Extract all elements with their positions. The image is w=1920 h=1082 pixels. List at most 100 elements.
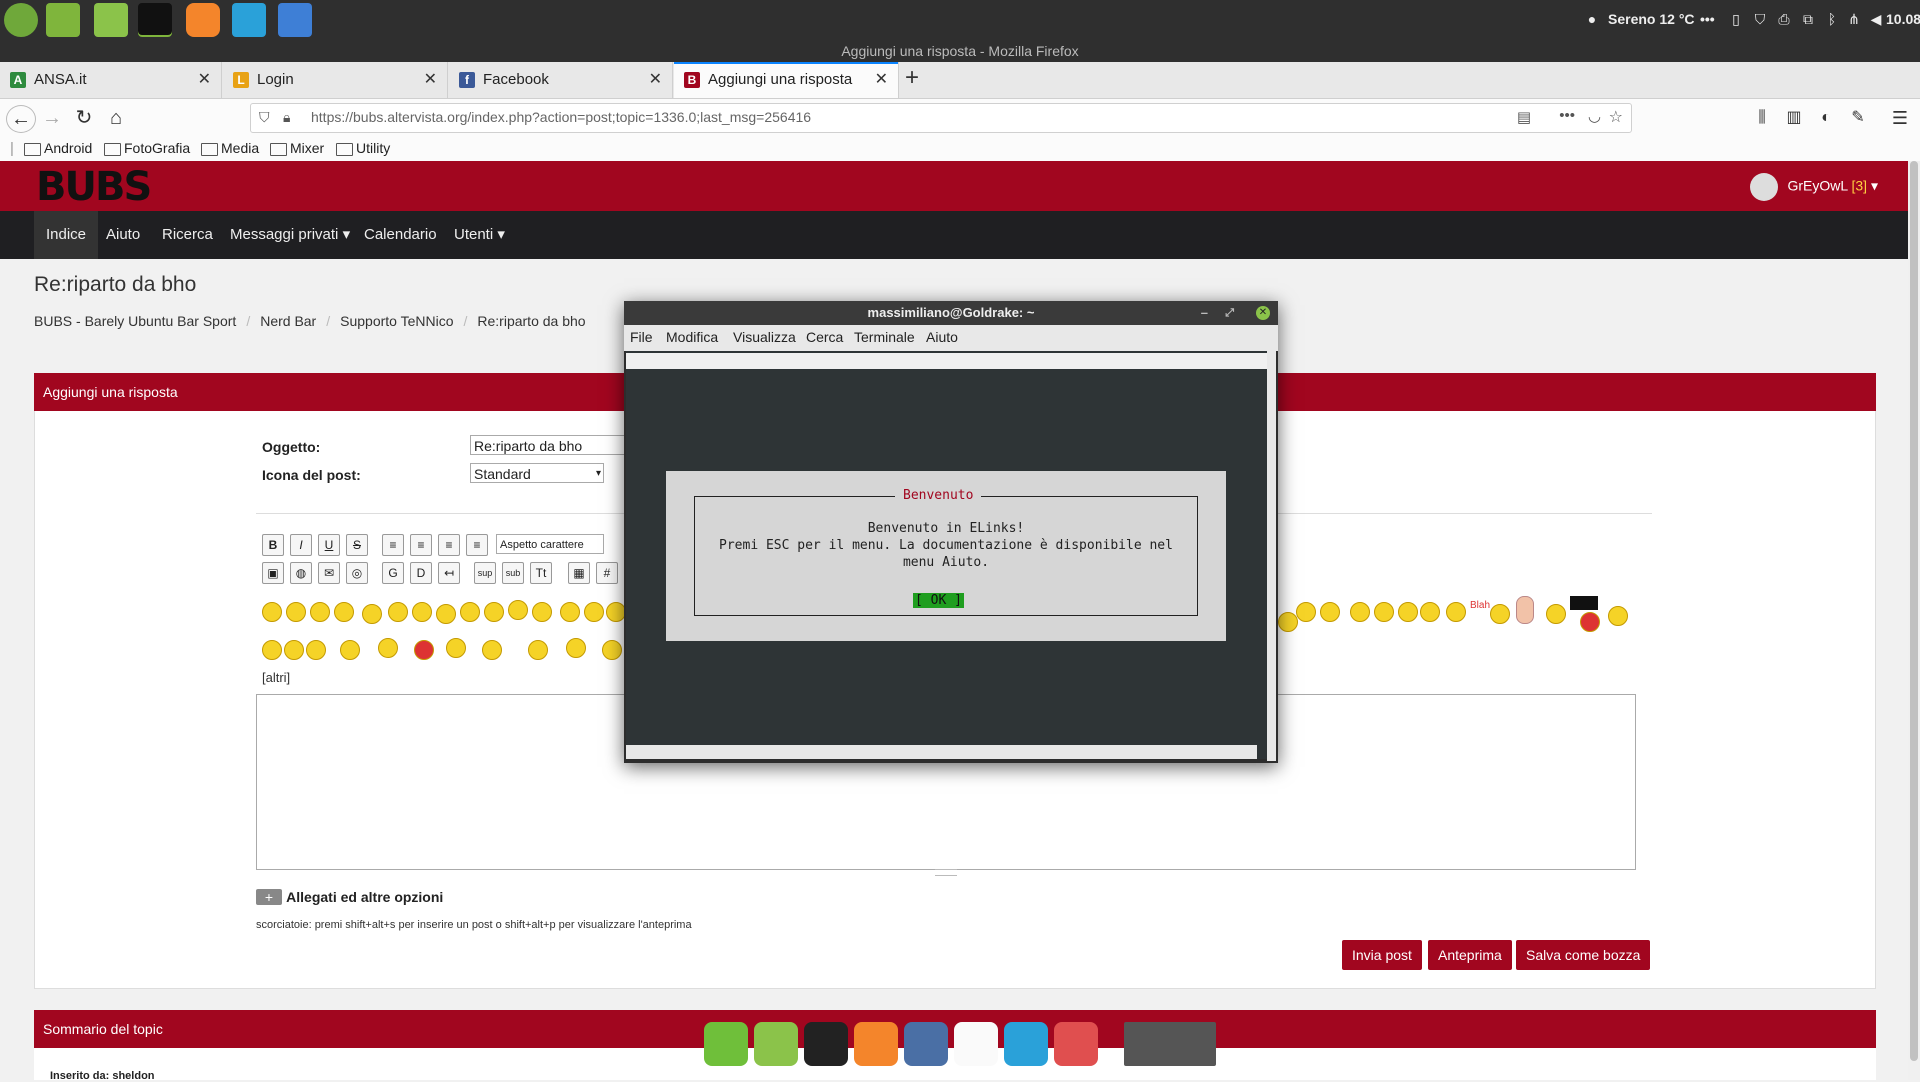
scrollbar-thumb[interactable] (1910, 161, 1918, 1061)
more-smileys-link[interactable]: [altri] (262, 670, 290, 685)
lock-icon[interactable]: 🔒︎ (283, 109, 290, 126)
blah-smiley[interactable]: Blah (1470, 600, 1490, 611)
smiley-icon[interactable] (340, 640, 360, 660)
page-actions-icon[interactable]: ••• (1559, 107, 1575, 124)
align-center-button[interactable]: ≡ (438, 534, 460, 556)
bookmark-folder-mixer[interactable]: Mixer (270, 140, 324, 156)
smiley-icon[interactable] (284, 640, 304, 660)
glow-button[interactable]: G (382, 562, 404, 584)
breadcrumb-item[interactable]: BUBS - Barely Ubuntu Bar Sport (34, 313, 236, 329)
folder-app-icon[interactable] (754, 1022, 798, 1066)
popcorn-smiley-icon[interactable] (566, 638, 586, 658)
smiley-icon[interactable] (1608, 606, 1628, 626)
smiley-icon[interactable] (412, 602, 432, 622)
smiley-icon[interactable] (436, 604, 456, 624)
mint-menu-icon[interactable] (4, 3, 38, 37)
smiley-icon[interactable] (1420, 602, 1440, 622)
reader-view-icon[interactable]: ▤ (1517, 108, 1531, 126)
attachments-toggle[interactable]: + Allegati ed altre opzioni (256, 888, 443, 906)
terminal-menu-file[interactable]: File (630, 329, 653, 345)
smiley-icon[interactable] (1398, 602, 1418, 622)
close-icon[interactable]: ✕ (1256, 306, 1270, 320)
terminal-window[interactable]: massimiliano@Goldrake: ~ – ⤢ ✕ File Modi… (624, 301, 1278, 763)
firefox-app-icon[interactable] (854, 1022, 898, 1066)
smiley-icon[interactable] (310, 602, 330, 622)
smiley-icon[interactable] (1296, 602, 1316, 622)
smiley-icon[interactable] (532, 602, 552, 622)
terminal-app-icon[interactable] (804, 1022, 848, 1066)
image-button[interactable]: ▣ (262, 562, 284, 584)
tab-ansa[interactable]: A ANSA.it ✕ (0, 62, 222, 98)
url-button[interactable]: ◍ (290, 562, 312, 584)
hamburger-menu-icon[interactable]: ☰ (1886, 105, 1914, 131)
preview-button[interactable]: Anteprima (1428, 940, 1512, 970)
tab-login[interactable]: L Login ✕ (223, 62, 448, 98)
smiley-icon[interactable] (262, 602, 282, 622)
smiley-icon[interactable] (508, 600, 528, 620)
smiley-icon[interactable] (378, 638, 398, 658)
smiley-icon[interactable] (388, 602, 408, 622)
workspace-switcher[interactable] (1124, 1022, 1216, 1066)
new-tab-button[interactable]: + (905, 64, 919, 92)
gimp-app-icon[interactable] (1054, 1022, 1098, 1066)
smiley-icon[interactable] (606, 602, 626, 622)
more-applets[interactable]: ••• (1700, 11, 1715, 27)
mail-app-icon[interactable] (278, 3, 312, 37)
network-icon[interactable]: ⋔ (1846, 11, 1862, 27)
user-menu[interactable]: GrEyOwL [3] ▾ (1749, 173, 1878, 201)
forward-arrow-icon[interactable]: → (38, 105, 66, 131)
tab-facebook[interactable]: f Facebook ✕ (449, 62, 673, 98)
smiley-icon[interactable] (1350, 602, 1370, 622)
menu-calendario[interactable]: Calendario (352, 211, 449, 259)
terminal-menu-aiuto[interactable]: Aiuto (926, 329, 958, 345)
align-right-button[interactable]: ≡ (466, 534, 488, 556)
image-viewer-app-icon[interactable] (232, 3, 266, 37)
ftp-button[interactable]: ◎ (346, 562, 368, 584)
smiley-icon[interactable] (334, 602, 354, 622)
volume-icon[interactable]: ◀ (1868, 11, 1884, 27)
tab-aggiungi-risposta[interactable]: B Aggiungi una risposta ✕ (674, 62, 899, 98)
smiley-icon[interactable] (1446, 602, 1466, 622)
site-logo[interactable]: BUBS (36, 167, 166, 207)
table-button[interactable]: ▦ (568, 562, 590, 584)
smiley-icon[interactable] (484, 602, 504, 622)
firefox-app-icon[interactable] (186, 3, 220, 37)
email-button[interactable]: ✉ (318, 562, 340, 584)
close-icon[interactable]: ✕ (424, 62, 437, 98)
clipboard-icon[interactable]: ▯ (1728, 11, 1744, 27)
files-app-icon[interactable] (46, 3, 80, 37)
smiley-icon[interactable] (602, 640, 622, 660)
align-left-button[interactable]: ≡ (410, 534, 432, 556)
smiley-icon[interactable] (362, 604, 382, 624)
smiley-icon[interactable] (1546, 604, 1566, 624)
bookmark-folder-fotografia[interactable]: FotoGrafia (104, 140, 190, 156)
pocket-icon[interactable]: ◡ (1588, 107, 1601, 125)
menu-utenti[interactable]: Utenti ▾ (442, 211, 517, 259)
close-icon[interactable]: ✕ (875, 62, 888, 98)
resize-handle[interactable] (935, 869, 957, 876)
subject-input[interactable]: Re:riparto da bho (470, 435, 630, 455)
smiley-icon[interactable] (262, 640, 282, 660)
underline-button[interactable]: U (318, 534, 340, 556)
smiley-icon[interactable] (286, 602, 306, 622)
post-icon-select[interactable]: Standard ▾ (470, 463, 604, 483)
music-app-icon[interactable] (954, 1022, 998, 1066)
maximize-icon[interactable]: ⤢ (1225, 301, 1234, 325)
shadow-button[interactable]: D (410, 562, 432, 584)
sign-smiley-icon[interactable] (1570, 596, 1598, 610)
terminal-menu-cerca[interactable]: Cerca (806, 329, 843, 345)
smiley-icon[interactable] (1490, 604, 1510, 624)
bold-button[interactable]: B (262, 534, 284, 556)
breadcrumb-item[interactable]: Nerd Bar (260, 313, 316, 329)
breadcrumb-item[interactable]: Supporto TeNNico (340, 313, 453, 329)
weather-label[interactable]: Sereno 12 °C (1608, 11, 1695, 27)
mail-app-icon[interactable] (904, 1022, 948, 1066)
image-viewer-app-icon[interactable] (1004, 1022, 1048, 1066)
bookmark-folder-utility[interactable]: Utility (336, 140, 390, 156)
breadcrumb-item[interactable]: Re:riparto da bho (477, 313, 585, 329)
smiley-icon[interactable] (528, 640, 548, 660)
smiley-icon[interactable] (482, 640, 502, 660)
smiley-icon[interactable] (460, 602, 480, 622)
minimize-icon[interactable]: – (1201, 301, 1208, 325)
save-draft-button[interactable]: Salva come bozza (1516, 940, 1651, 970)
